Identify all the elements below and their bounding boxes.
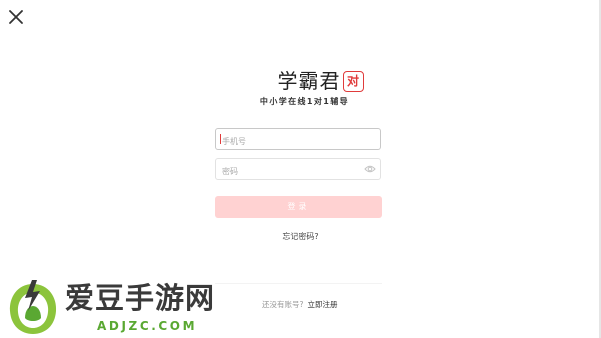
- watermark-url: ADJZC.COM: [97, 319, 198, 333]
- phone-input[interactable]: [216, 131, 362, 152]
- watermark: 爱豆手游网 ADJZC.COM: [5, 278, 245, 336]
- watermark-logo-icon: [9, 280, 57, 334]
- watermark-name: 爱豆手游网: [65, 281, 216, 315]
- phone-field[interactable]: [215, 128, 381, 152]
- text-caret: [220, 134, 221, 144]
- login-button[interactable]: 登录: [215, 196, 382, 218]
- register-row: 还没有账号? 立即注册: [262, 299, 337, 310]
- logo-text: 学霸君: [277, 69, 341, 93]
- app-logo: 学霸君 对: [0, 70, 601, 92]
- eye-icon[interactable]: [364, 164, 376, 174]
- slogan: 中小学在线1对1辅导: [259, 97, 350, 106]
- register-link[interactable]: 立即注册: [307, 300, 337, 309]
- password-input[interactable]: [216, 161, 362, 182]
- register-prompt: 还没有账号?: [262, 300, 304, 309]
- logo-badge: 对: [342, 70, 364, 92]
- close-icon[interactable]: [7, 8, 25, 26]
- password-field[interactable]: [215, 158, 381, 182]
- forgot-password-link[interactable]: 忘记密码?: [0, 231, 601, 242]
